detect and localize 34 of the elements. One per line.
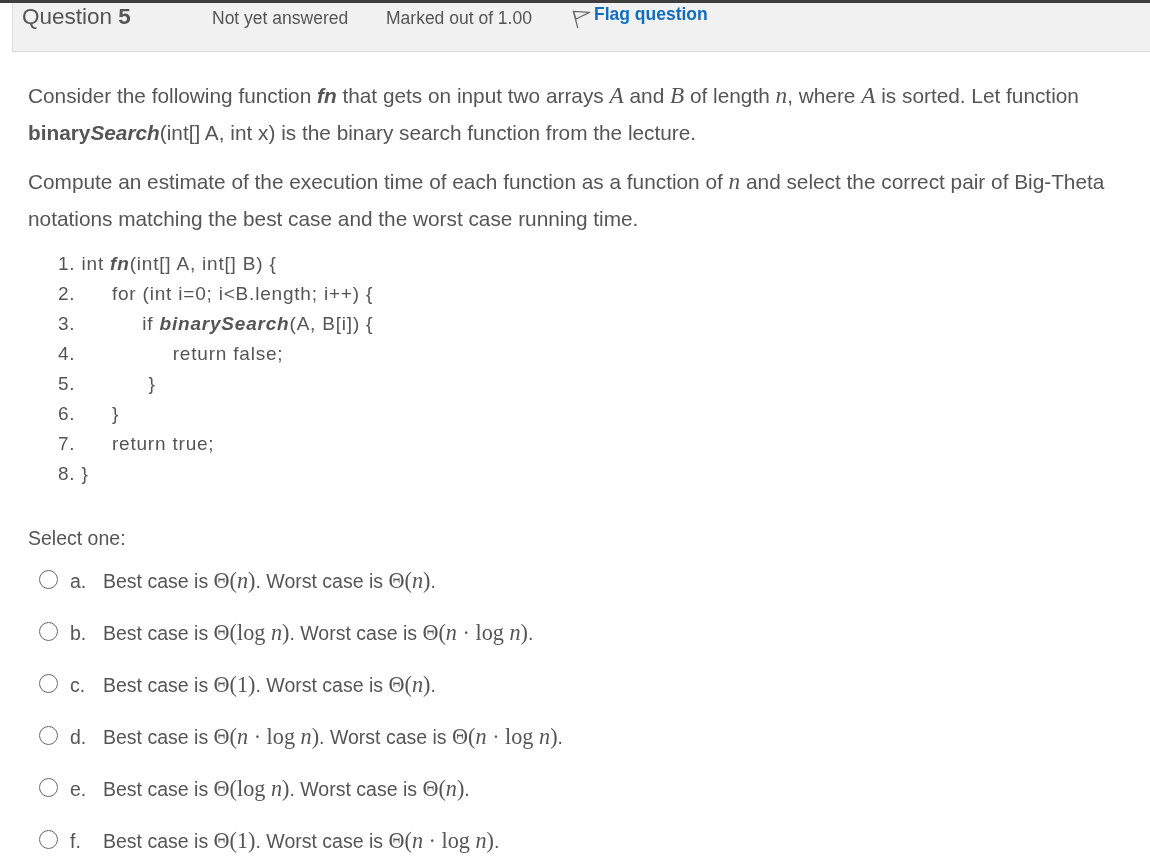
radio-button[interactable] [39,621,58,641]
question-status: Not yet answered [212,8,350,29]
question-marks: Marked out of 1.00 [386,8,533,29]
option-letter: b. [70,621,88,645]
question-text: Compute an estimate of the execution time of each function as a function of n and select the correct pair of Big-Theta notations matching the best case and the worst case running time. [28,167,1106,232]
code-line: 2. for (int i=0; i<B.length; i++) { [58,282,374,306]
question-text: Consider the following function fn that gets on input two arrays A and B of length n, where A is sorted. Let function binarySearch(int[] A, int x) is the binary search function from the lecture. [28,81,1080,146]
radio-button[interactable] [39,725,58,745]
option-text: Best case is Θ(log n). Worst case is Θ(n · log n). [103,621,534,645]
code-line: 4. return false; [58,342,284,366]
radio-button[interactable] [39,569,58,589]
code-line: 7. return true; [58,432,215,456]
option-text: Best case is Θ(n · log n). Worst case is Θ(n · log n). [103,725,563,749]
flag-icon[interactable] [572,10,591,29]
option-letter: a. [70,569,88,593]
option-text: Best case is Θ(log n). Worst case is Θ(n). [103,777,470,801]
radio-button[interactable] [39,829,58,849]
code-line: 5. } [58,372,156,396]
option-text: Best case is Θ(1). Worst case is Θ(n). [103,673,436,697]
radio-button[interactable] [39,777,58,797]
radio-button[interactable] [39,673,58,693]
question-heading: Question 5 [22,3,132,31]
option-letter: e. [70,777,88,801]
option-letter: c. [70,673,87,697]
select-one-prompt: Select one: [28,526,126,551]
code-line: 8. } [58,462,89,486]
code-line: 3. if binarySearch(A, B[i]) { [58,312,374,336]
option-letter: f. [70,829,82,853]
code-line: 1. int fn(int[] A, int[] B) { [58,252,277,276]
code-line: 6. } [58,402,120,426]
option-text: Best case is Θ(1). Worst case is Θ(n · log n). [103,829,500,853]
option-letter: d. [70,725,88,749]
flag-question-link[interactable]: Flag question [572,4,708,25]
option-text: Best case is Θ(n). Worst case is Θ(n). [103,569,436,593]
